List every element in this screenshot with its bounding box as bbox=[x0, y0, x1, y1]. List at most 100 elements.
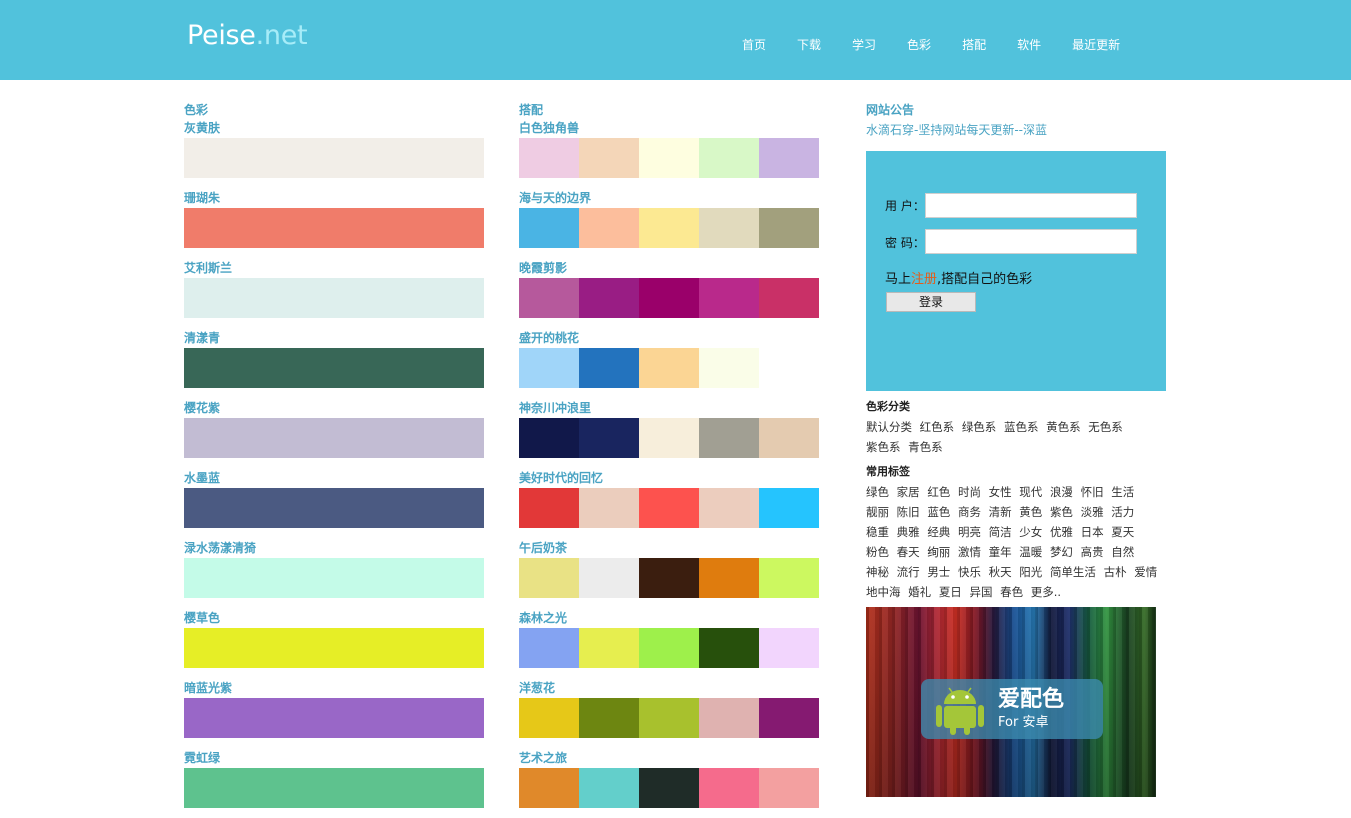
tag-link[interactable]: 神秘 bbox=[866, 565, 889, 579]
tag-link[interactable]: 春天 bbox=[897, 545, 920, 559]
palette-block[interactable] bbox=[639, 278, 699, 318]
palette-block[interactable] bbox=[639, 488, 699, 528]
combo-name[interactable]: 盛开的桃花 bbox=[519, 328, 819, 346]
tag-link[interactable]: 靓丽 bbox=[866, 505, 889, 519]
tag-link[interactable]: 简洁 bbox=[989, 525, 1012, 539]
palette-block[interactable] bbox=[699, 208, 759, 248]
palette-block[interactable] bbox=[759, 698, 819, 738]
combo-name[interactable]: 美好时代的回忆 bbox=[519, 468, 819, 486]
color-name[interactable]: 清漾青 bbox=[184, 328, 484, 346]
tag-link[interactable]: 明亮 bbox=[958, 525, 981, 539]
palette-block[interactable] bbox=[699, 278, 759, 318]
palette-block[interactable] bbox=[519, 208, 579, 248]
combo-palette[interactable] bbox=[519, 418, 819, 458]
login-button[interactable]: 登录 bbox=[886, 292, 976, 312]
category-link[interactable]: 青色系 bbox=[908, 440, 943, 454]
palette-block[interactable] bbox=[579, 698, 639, 738]
color-swatch[interactable] bbox=[184, 348, 484, 388]
palette-block[interactable] bbox=[519, 418, 579, 458]
tag-link[interactable]: 日本 bbox=[1081, 525, 1104, 539]
combo-palette[interactable] bbox=[519, 488, 819, 528]
color-swatch[interactable] bbox=[184, 138, 484, 178]
palette-block[interactable] bbox=[519, 628, 579, 668]
nav-colors[interactable]: 色彩 bbox=[907, 36, 931, 54]
tag-link[interactable]: 现代 bbox=[1019, 485, 1042, 499]
tag-link[interactable]: 生活 bbox=[1111, 485, 1134, 499]
tag-link[interactable]: 商务 bbox=[958, 505, 981, 519]
tag-link[interactable]: 优雅 bbox=[1050, 525, 1073, 539]
combo-name[interactable]: 海与天的边界 bbox=[519, 188, 819, 206]
username-input[interactable] bbox=[925, 193, 1137, 218]
nav-learn[interactable]: 学习 bbox=[852, 36, 876, 54]
palette-block[interactable] bbox=[519, 278, 579, 318]
color-swatch[interactable] bbox=[184, 488, 484, 528]
category-link[interactable]: 无色系 bbox=[1088, 420, 1123, 434]
palette-block[interactable] bbox=[639, 768, 699, 808]
palette-block[interactable] bbox=[579, 348, 639, 388]
nav-combos[interactable]: 搭配 bbox=[962, 36, 986, 54]
tag-link[interactable]: 陈旧 bbox=[897, 505, 920, 519]
palette-block[interactable] bbox=[579, 488, 639, 528]
palette-block[interactable] bbox=[579, 208, 639, 248]
nav-software[interactable]: 软件 bbox=[1017, 36, 1041, 54]
tag-link[interactable]: 女性 bbox=[989, 485, 1012, 499]
password-input[interactable] bbox=[925, 229, 1137, 254]
combo-palette[interactable] bbox=[519, 558, 819, 598]
combo-name[interactable]: 艺术之旅 bbox=[519, 748, 819, 766]
nav-recent-updates[interactable]: 最近更新 bbox=[1072, 36, 1120, 54]
color-name[interactable]: 樱草色 bbox=[184, 608, 484, 626]
register-link[interactable]: 注册 bbox=[911, 272, 937, 287]
palette-block[interactable] bbox=[519, 488, 579, 528]
tag-link[interactable]: 怀旧 bbox=[1081, 485, 1104, 499]
nav-home[interactable]: 首页 bbox=[742, 36, 766, 54]
tag-link[interactable]: 黄色 bbox=[1019, 505, 1042, 519]
color-name[interactable]: 渌水荡漾清猗 bbox=[184, 538, 484, 556]
combo-name[interactable]: 晚霞剪影 bbox=[519, 258, 819, 276]
tag-link[interactable]: 绿色 bbox=[866, 485, 889, 499]
color-swatch[interactable] bbox=[184, 208, 484, 248]
combo-palette[interactable] bbox=[519, 208, 819, 248]
tag-link[interactable]: 淡雅 bbox=[1081, 505, 1104, 519]
palette-block[interactable] bbox=[579, 138, 639, 178]
palette-block[interactable] bbox=[639, 628, 699, 668]
palette-block[interactable] bbox=[759, 628, 819, 668]
palette-block[interactable] bbox=[579, 418, 639, 458]
palette-block[interactable] bbox=[699, 488, 759, 528]
tag-link[interactable]: 爱情 bbox=[1134, 565, 1157, 579]
category-link[interactable]: 紫色系 bbox=[866, 440, 901, 454]
palette-block[interactable] bbox=[519, 768, 579, 808]
palette-block[interactable] bbox=[759, 278, 819, 318]
color-name[interactable]: 水墨蓝 bbox=[184, 468, 484, 486]
palette-block[interactable] bbox=[699, 768, 759, 808]
app-banner[interactable]: 爱配色 For 安卓 bbox=[866, 607, 1156, 797]
tag-link[interactable]: 春色 bbox=[1000, 585, 1023, 599]
tag-link[interactable]: 秋天 bbox=[989, 565, 1012, 579]
tag-link[interactable]: 粉色 bbox=[866, 545, 889, 559]
color-name[interactable]: 暗蓝光紫 bbox=[184, 678, 484, 696]
tag-link[interactable]: 红色 bbox=[927, 485, 950, 499]
tag-link[interactable]: 稳重 bbox=[866, 525, 889, 539]
color-swatch[interactable] bbox=[184, 698, 484, 738]
color-name[interactable]: 樱花紫 bbox=[184, 398, 484, 416]
tag-link[interactable]: 经典 bbox=[927, 525, 950, 539]
tag-link[interactable]: 地中海 bbox=[866, 585, 901, 599]
palette-block[interactable] bbox=[759, 138, 819, 178]
combo-name[interactable]: 午后奶茶 bbox=[519, 538, 819, 556]
tag-link[interactable]: 时尚 bbox=[958, 485, 981, 499]
palette-block[interactable] bbox=[699, 628, 759, 668]
palette-block[interactable] bbox=[639, 208, 699, 248]
palette-block[interactable] bbox=[699, 558, 759, 598]
tag-link[interactable]: 紫色 bbox=[1050, 505, 1073, 519]
color-swatch[interactable] bbox=[184, 628, 484, 668]
color-name[interactable]: 灰黄肤 bbox=[184, 118, 484, 136]
tag-link[interactable]: 高贵 bbox=[1081, 545, 1104, 559]
category-link[interactable]: 红色系 bbox=[920, 420, 955, 434]
color-swatch[interactable] bbox=[184, 768, 484, 808]
combo-palette[interactable] bbox=[519, 348, 819, 388]
tag-link[interactable]: 少女 bbox=[1019, 525, 1042, 539]
color-name[interactable]: 艾利斯兰 bbox=[184, 258, 484, 276]
tag-link[interactable]: 男士 bbox=[927, 565, 950, 579]
tag-link[interactable]: 流行 bbox=[897, 565, 920, 579]
palette-block[interactable] bbox=[699, 138, 759, 178]
nav-download[interactable]: 下载 bbox=[797, 36, 821, 54]
